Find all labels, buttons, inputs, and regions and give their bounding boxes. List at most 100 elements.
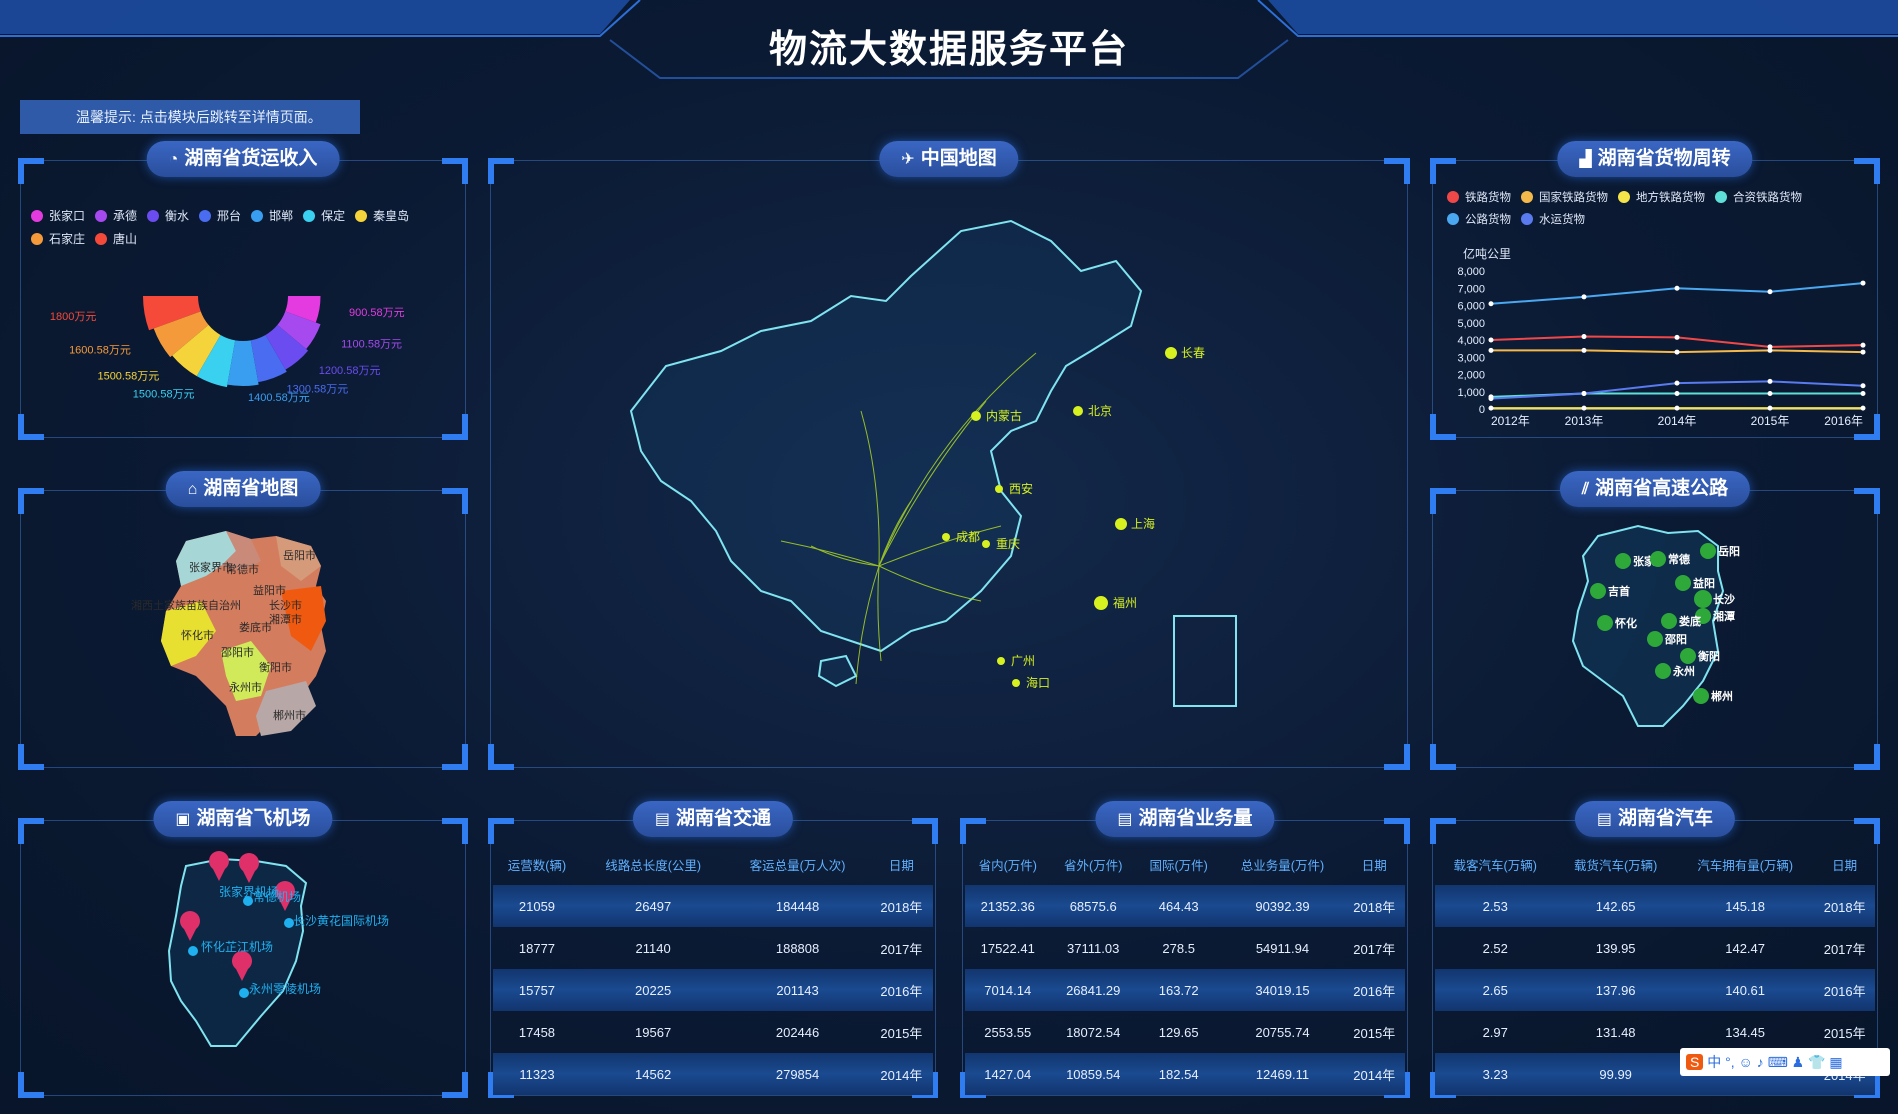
data-point[interactable]	[1860, 390, 1866, 396]
table-row[interactable]: 21059 26497 184448 2018年	[493, 885, 933, 927]
data-point[interactable]	[1488, 301, 1494, 307]
revenue-panel-title[interactable]: ◔ 湖南省货运收入	[146, 141, 340, 177]
hunan-map-panel[interactable]: ⌂ 湖南省地图 岳阳市 张家界市 常德市 益阳市 湘西土家族苗族自治州 长沙市 湘…	[18, 471, 468, 770]
chart-icon: ▤	[654, 811, 671, 828]
legend-dot	[1447, 191, 1459, 203]
table-cell: 14562	[580, 1053, 726, 1095]
table-cell: 37111.03	[1067, 940, 1120, 956]
table-row[interactable]: 7014.14 26841.29 163.72 34019.15 2016年	[965, 969, 1405, 1011]
revenue-panel[interactable]: ◔ 湖南省货运收入 张家口 承德 衡水 邢台 邯郸 保定 秦皇岛石家庄 唐山 1800万元 160…	[18, 141, 468, 440]
freight-turnover-panel[interactable]: ▟ 湖南省货物周转 铁路货物 国家铁路货物 地方铁路货物 合资铁路货物公路货物 水运货物 …	[1430, 141, 1880, 440]
table-cell: 7014.14	[965, 969, 1051, 1011]
data-point[interactable]	[1860, 383, 1866, 389]
legend-item[interactable]: 合资铁路货物	[1715, 189, 1802, 205]
column-header[interactable]: 客运总量(万人次)	[725, 843, 869, 885]
table-row[interactable]: 15757 20225 201143 2016年	[493, 969, 933, 1011]
column-header[interactable]: 运营数(辆)	[493, 843, 581, 885]
legend-item[interactable]: 保定	[303, 207, 345, 224]
data-point[interactable]	[1767, 347, 1773, 353]
data-point[interactable]	[1767, 289, 1773, 295]
column-header[interactable]: 省内(万件)	[965, 843, 1050, 885]
column-header[interactable]: 线路总长度(公里)	[581, 843, 725, 885]
column-header[interactable]: 日期	[1814, 843, 1875, 885]
column-header[interactable]: 国际(万件)	[1136, 843, 1221, 885]
auto-title[interactable]: ▤ 湖南省汽车	[1574, 801, 1736, 837]
data-point[interactable]	[1674, 380, 1680, 386]
china-outline	[629, 219, 1143, 653]
traffic-title[interactable]: ▤ 湖南省交通	[632, 801, 794, 837]
china-city-label: 北京	[1088, 404, 1112, 418]
legend-item[interactable]: 铁路货物	[1447, 189, 1511, 205]
legend-item[interactable]: 公路货物	[1447, 211, 1511, 227]
column-header[interactable]: 汽车拥有量(万辆)	[1676, 843, 1815, 885]
data-point[interactable]	[1674, 285, 1680, 291]
freight-turnover-title[interactable]: ▟ 湖南省货物周转	[1557, 141, 1753, 177]
data-point[interactable]	[1767, 390, 1773, 396]
header: 物流大数据服务平台	[0, 0, 1898, 80]
business-title[interactable]: ▤ 湖南省业务量	[1095, 801, 1275, 837]
table-row[interactable]: 21352.36 68575.6 464.43 90392.39 2018年	[965, 885, 1405, 927]
y-tick-label: 7,000	[1457, 283, 1485, 295]
y-tick-label: 5,000	[1457, 318, 1485, 330]
data-point[interactable]	[1767, 378, 1773, 384]
column-header[interactable]: 省外(万件)	[1050, 843, 1135, 885]
legend-item[interactable]: 邯郸	[251, 207, 293, 224]
legend-item[interactable]: 国家铁路货物	[1521, 189, 1608, 205]
data-point[interactable]	[1674, 334, 1680, 340]
legend-item[interactable]: 秦皇岛	[355, 207, 409, 224]
table-row[interactable]: 2.53 142.65 145.18 2018年	[1435, 885, 1875, 927]
data-point[interactable]	[1674, 349, 1680, 355]
data-point[interactable]	[1581, 347, 1587, 353]
highway-city-label: 邵阳	[1664, 632, 1687, 646]
data-point[interactable]	[1581, 390, 1587, 396]
table-cell: 12469.11	[1221, 1053, 1344, 1095]
turnover-legend: 铁路货物 国家铁路货物 地方铁路货物 合资铁路货物公路货物 水运货物	[1447, 189, 1877, 233]
column-header[interactable]: 日期	[1344, 843, 1405, 885]
column-header[interactable]: 载客汽车(万辆)	[1435, 843, 1555, 885]
column-header[interactable]: 总业务量(万件)	[1221, 843, 1343, 885]
ime-toolbar[interactable]: S 中 °, ☺ ♪ ⌨ ♟ 👕 ▦	[1680, 1048, 1890, 1076]
legend-item[interactable]: 水运货物	[1521, 211, 1585, 227]
legend-dot	[251, 210, 264, 222]
data-point[interactable]	[1860, 405, 1866, 411]
data-point[interactable]	[1488, 337, 1494, 343]
table-row[interactable]: 1427.04 10859.54 182.54 12469.11 2014年	[965, 1053, 1405, 1095]
table-row[interactable]: 2.65 137.96 140.61 2016年	[1435, 969, 1875, 1011]
data-point[interactable]	[1581, 294, 1587, 300]
legend-item[interactable]: 地方铁路货物	[1618, 189, 1705, 205]
column-header[interactable]: 载货汽车(万辆)	[1555, 843, 1675, 885]
traffic-panel[interactable]: ▤ 湖南省交通 运营数(辆) 线路总长度(公里) 客运总量(万人次) 日期 21059 26…	[488, 801, 938, 1098]
highway-panel[interactable]: ⫽ 湖南省高速公路 岳阳 张家 常德 益阳 吉首 长沙 湘潭 怀化 娄底 邵阳 衡…	[1430, 471, 1880, 770]
data-point[interactable]	[1674, 405, 1680, 411]
data-point[interactable]	[1767, 405, 1773, 411]
data-point[interactable]	[1581, 334, 1587, 340]
legend-item[interactable]: 邢台	[199, 207, 241, 224]
table-cell: 201143	[725, 969, 870, 1011]
legend-item[interactable]: 承德	[95, 207, 137, 224]
column-header[interactable]: 日期	[870, 843, 933, 885]
legend-item[interactable]: 石家庄	[31, 230, 85, 247]
china-map-panel[interactable]: ✈ 中国地图 长春 内蒙古 北京 西安 上海 成都 重庆 福州 广州 海口	[488, 141, 1410, 770]
data-point[interactable]	[1860, 280, 1866, 286]
hunan-city-label: 湘潭市	[269, 612, 302, 626]
data-point[interactable]	[1488, 347, 1494, 353]
table-row[interactable]: 2553.55 18072.54 129.65 20755.74 2015年	[965, 1011, 1405, 1053]
table-row[interactable]: 2.97 131.48 134.45 2015年	[1435, 1011, 1875, 1053]
chart-icon: ▤	[1117, 811, 1133, 828]
table-row[interactable]: 2.52 139.95 142.47 2017年	[1435, 927, 1875, 969]
table-row[interactable]: 17458 19567 202446 2015年	[493, 1011, 933, 1053]
data-point[interactable]	[1581, 405, 1587, 411]
airport-panel[interactable]: ▣ 湖南省飞机场 常德机场 张家界机场 长沙黄花国际机场 怀化芷江机场 永州零陵机…	[18, 801, 468, 1098]
business-panel[interactable]: ▤ 湖南省业务量 省内(万件) 省外(万件) 国际(万件) 总业务量(万件) 日期 2135…	[960, 801, 1410, 1098]
table-row[interactable]: 18777 21140 188808 2017年	[493, 927, 933, 969]
data-point[interactable]	[1860, 349, 1866, 355]
data-point[interactable]	[1488, 405, 1494, 411]
data-point[interactable]	[1488, 396, 1494, 402]
table-row[interactable]: 17522.41 37111.03 278.5 54911.94 2017年	[965, 927, 1405, 969]
legend-item[interactable]: 张家口	[31, 207, 85, 224]
data-point[interactable]	[1860, 342, 1866, 348]
legend-item[interactable]: 衡水	[147, 207, 189, 224]
table-row[interactable]: 11323 14562 279854 2014年	[493, 1053, 933, 1095]
data-point[interactable]	[1674, 390, 1680, 396]
legend-item[interactable]: 唐山	[95, 230, 137, 247]
